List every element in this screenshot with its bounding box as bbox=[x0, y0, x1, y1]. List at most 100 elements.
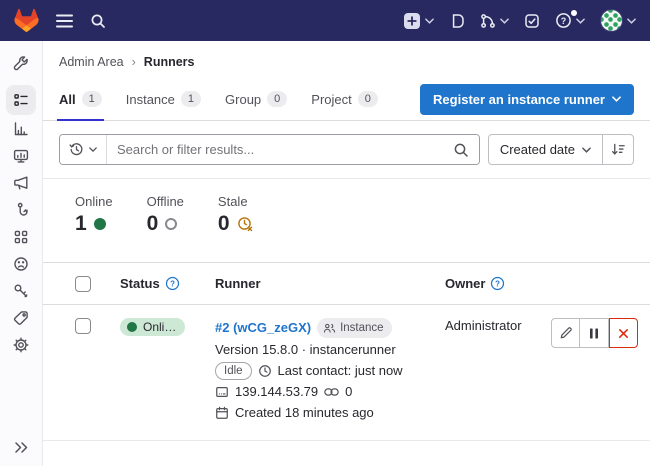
chevron-down-icon bbox=[500, 18, 509, 24]
tab-all[interactable]: All 1 bbox=[59, 78, 102, 120]
tab-group[interactable]: Group 0 bbox=[225, 78, 287, 120]
sidebar-item-analytics[interactable] bbox=[6, 115, 36, 142]
sidebar-item-abuse-reports[interactable] bbox=[6, 250, 36, 277]
chevron-down-icon bbox=[425, 18, 434, 24]
runner-status-text: Onli… bbox=[143, 320, 176, 334]
sidebar-item-labels[interactable] bbox=[6, 304, 36, 331]
runner-owner-link[interactable]: Administrator bbox=[445, 318, 522, 333]
runners-table: Status ? Runner Owner ? bbox=[43, 262, 650, 441]
stat-offline-value: 0 bbox=[147, 212, 159, 236]
sidebar-item-messages[interactable] bbox=[6, 169, 36, 196]
plus-square-icon bbox=[403, 12, 421, 30]
help-menu-button[interactable]: ? bbox=[555, 12, 585, 29]
tab-instance[interactable]: Instance 1 bbox=[126, 78, 201, 120]
chevron-down-icon bbox=[612, 96, 621, 102]
runner-type-badge: Instance bbox=[317, 318, 391, 338]
breadcrumb-admin-area[interactable]: Admin Area bbox=[59, 55, 124, 69]
top-navigation-bar: ? bbox=[0, 0, 650, 41]
stat-stale-value: 0 bbox=[218, 212, 230, 236]
chevron-down-icon bbox=[582, 147, 591, 153]
tab-project-count: 0 bbox=[358, 91, 378, 107]
search-history-dropdown[interactable] bbox=[60, 135, 107, 164]
tab-group-label: Group bbox=[225, 92, 261, 107]
chevron-down-icon bbox=[89, 147, 97, 152]
stat-stale: Stale 0 bbox=[218, 194, 254, 236]
runner-ip-address: 139.144.53.79 bbox=[235, 383, 318, 401]
issues-icon[interactable] bbox=[449, 13, 465, 29]
main-content: Admin Area › Runners All 1 Instance 1 Gr… bbox=[43, 41, 650, 466]
breadcrumb-runners: Runners bbox=[144, 55, 195, 69]
sort-by-dropdown[interactable]: Created date bbox=[488, 134, 603, 165]
sidebar-item-system-hooks[interactable] bbox=[6, 196, 36, 223]
merge-requests-button[interactable] bbox=[480, 13, 509, 29]
delete-runner-button[interactable] bbox=[609, 318, 638, 348]
register-instance-runner-button[interactable]: Register an instance runner bbox=[420, 84, 634, 115]
runner-row-checkbox[interactable] bbox=[75, 318, 91, 334]
sidebar-item-admin-area[interactable] bbox=[6, 49, 36, 76]
hamburger-menu-icon[interactable] bbox=[56, 14, 73, 28]
new-menu-button[interactable] bbox=[403, 12, 434, 30]
runner-name-link[interactable]: #2 (wCG_zeGX) bbox=[215, 319, 311, 337]
status-help-icon[interactable]: ? bbox=[165, 276, 180, 291]
pause-icon bbox=[588, 327, 600, 340]
wrench-icon bbox=[13, 55, 29, 71]
sort-direction-button[interactable] bbox=[603, 134, 634, 165]
chevron-down-icon bbox=[576, 18, 585, 24]
runner-job-status-badge: Idle bbox=[215, 362, 252, 380]
runner-type-text: Instance bbox=[340, 319, 383, 337]
calendar-icon bbox=[215, 406, 229, 420]
gitlab-admin-runners-page: ? bbox=[0, 0, 650, 466]
user-menu-button[interactable] bbox=[600, 9, 636, 32]
offline-status-icon bbox=[165, 218, 177, 230]
avatar bbox=[600, 9, 623, 32]
host-icon bbox=[215, 385, 229, 399]
filter-row: Created date bbox=[43, 121, 650, 178]
runner-stats: Online 1 Offline 0 Stale 0 bbox=[43, 179, 650, 249]
frown-face-icon bbox=[13, 256, 29, 272]
stat-online-label: Online bbox=[75, 194, 113, 209]
grid-squares-icon bbox=[13, 229, 29, 245]
bar-chart-icon bbox=[13, 121, 29, 137]
gitlab-logo-icon[interactable] bbox=[14, 8, 39, 33]
history-clock-icon bbox=[69, 142, 84, 157]
label-tag-icon bbox=[13, 310, 29, 326]
monitor-icon bbox=[13, 148, 29, 164]
svg-text:?: ? bbox=[496, 280, 501, 289]
pencil-icon bbox=[559, 326, 573, 340]
merge-request-icon bbox=[480, 13, 496, 29]
tab-all-count: 1 bbox=[82, 91, 102, 107]
runner-link-count: 0 bbox=[345, 383, 352, 401]
stat-stale-label: Stale bbox=[218, 194, 254, 209]
stat-online: Online 1 bbox=[75, 194, 113, 236]
sidebar-item-deploy-keys[interactable] bbox=[6, 277, 36, 304]
search-submit-button[interactable] bbox=[443, 135, 479, 164]
sidebar-item-overview[interactable] bbox=[6, 85, 36, 115]
sort-by-label: Created date bbox=[500, 142, 575, 157]
stat-offline: Offline 0 bbox=[147, 194, 184, 236]
breadcrumb-separator: › bbox=[132, 55, 136, 69]
tab-project[interactable]: Project 0 bbox=[311, 78, 378, 120]
select-all-checkbox[interactable] bbox=[75, 276, 91, 292]
search-icon bbox=[453, 142, 469, 158]
runner-last-contact: Last contact: just now bbox=[278, 362, 403, 380]
owner-column-header: Owner bbox=[445, 276, 485, 291]
sidebar-collapse-button[interactable] bbox=[0, 441, 42, 454]
admin-sidebar bbox=[0, 41, 43, 466]
stat-online-value: 1 bbox=[75, 212, 87, 236]
runner-actions bbox=[551, 318, 638, 348]
pause-runner-button[interactable] bbox=[580, 318, 609, 348]
sidebar-item-settings[interactable] bbox=[6, 331, 36, 358]
stale-clock-icon bbox=[237, 216, 254, 233]
owner-help-icon[interactable]: ? bbox=[490, 276, 505, 291]
sidebar-item-applications[interactable] bbox=[6, 223, 36, 250]
edit-runner-button[interactable] bbox=[551, 318, 580, 348]
search-icon[interactable] bbox=[90, 13, 106, 29]
sidebar-item-monitoring[interactable] bbox=[6, 142, 36, 169]
notification-dot bbox=[571, 10, 577, 16]
todos-icon[interactable] bbox=[524, 13, 540, 29]
online-dot-icon bbox=[127, 322, 137, 332]
stat-offline-label: Offline bbox=[147, 194, 184, 209]
key-icon bbox=[13, 283, 29, 299]
runner-version-text: Version 15.8.0 · instancerunner bbox=[215, 341, 396, 359]
search-input[interactable] bbox=[107, 135, 443, 164]
